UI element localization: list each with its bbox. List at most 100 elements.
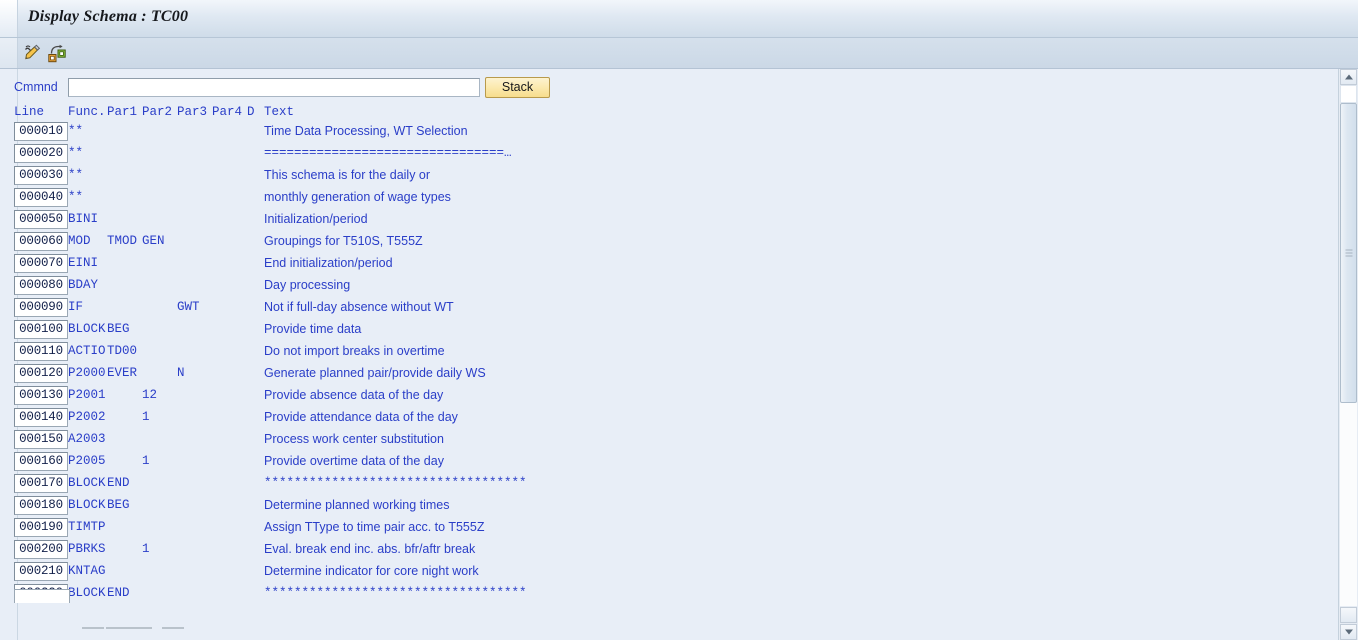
row-line-number[interactable]: 000050 — [14, 210, 68, 229]
other-schema-jump-icon[interactable] — [47, 44, 67, 64]
row-cell-func[interactable]: IF — [68, 299, 83, 316]
table-row[interactable]: 000210 KNTAG Determine indicator for core … — [14, 562, 1324, 584]
row-cell-func[interactable]: P2000 — [68, 365, 106, 382]
row-cell-func[interactable]: BDAY — [68, 277, 98, 294]
command-input[interactable] — [68, 78, 480, 97]
row-line-number[interactable]: 000010 — [14, 122, 68, 141]
row-cell-par1[interactable]: BEG — [107, 321, 130, 338]
row-line-number[interactable]: 000160 — [14, 452, 68, 471]
row-line-number[interactable]: 000070 — [14, 254, 68, 273]
row-cell-par3[interactable]: GWT — [177, 299, 200, 316]
table-row[interactable]: 000050 BINI Initialization/period — [14, 210, 1324, 232]
table-row[interactable]: 000090 IF GWT Not if full-day absence witho… — [14, 298, 1324, 320]
row-cell-text[interactable]: Provide time data — [264, 321, 361, 338]
scroll-up-button[interactable] — [1340, 69, 1357, 85]
row-cell-par1[interactable]: END — [107, 585, 130, 602]
scroll-down-button[interactable] — [1340, 624, 1357, 640]
row-cell-func[interactable]: KNTAG — [68, 563, 106, 580]
row-cell-par1[interactable]: BEG — [107, 497, 130, 514]
vertical-scrollbar[interactable] — [1338, 69, 1358, 640]
row-cell-func[interactable]: ** — [68, 167, 83, 184]
row-cell-func[interactable]: ** — [68, 145, 83, 162]
row-cell-par2[interactable]: 1 — [142, 453, 150, 470]
row-cell-text[interactable]: ================================… — [264, 145, 512, 162]
row-cell-func[interactable]: P2002 — [68, 409, 106, 426]
vertical-scroll-thumb[interactable] — [1340, 103, 1357, 403]
table-row[interactable]: 000010 ** Time Data Processing, WT Selecti… — [14, 122, 1324, 144]
row-line-number[interactable]: 000180 — [14, 496, 68, 515]
row-line-number[interactable]: 000170 — [14, 474, 68, 493]
table-row[interactable]: 000060 MOD TMOD GEN Groupings for T510S, T55… — [14, 232, 1324, 254]
row-line-number[interactable]: 000120 — [14, 364, 68, 383]
table-row[interactable]: 000190 TIMTP Assign TType to time pair acc… — [14, 518, 1324, 540]
table-row[interactable]: 000200 PBRKS 1 Eval. break end inc. abs. bf… — [14, 540, 1324, 562]
row-cell-func[interactable]: PBRKS — [68, 541, 106, 558]
row-cell-text[interactable]: End initialization/period — [264, 255, 393, 272]
row-cell-par1[interactable]: TD00 — [107, 343, 137, 360]
row-cell-text[interactable]: Assign TType to time pair acc. to T555Z — [264, 519, 484, 536]
row-cell-func[interactable]: BLOCK — [68, 475, 106, 492]
row-cell-text[interactable]: Provide attendance data of the day — [264, 409, 458, 426]
row-line-number[interactable]: 000110 — [14, 342, 68, 361]
row-cell-par2[interactable]: 12 — [142, 387, 157, 404]
row-cell-text[interactable]: Groupings for T510S, T555Z — [264, 233, 423, 250]
row-cell-func[interactable]: BLOCK — [68, 321, 106, 338]
table-row[interactable]: 000040 ** monthly generation of wage types — [14, 188, 1324, 210]
horizontal-scrollbar[interactable] — [18, 620, 1318, 640]
row-line-number[interactable]: 000080 — [14, 276, 68, 295]
row-cell-func[interactable]: BINI — [68, 211, 98, 228]
row-cell-func[interactable]: ACTIO — [68, 343, 106, 360]
row-cell-text[interactable]: Time Data Processing, WT Selection — [264, 123, 468, 140]
row-cell-par2[interactable]: 1 — [142, 409, 150, 426]
row-cell-par1[interactable]: TMOD — [107, 233, 137, 250]
row-cell-text[interactable]: This schema is for the daily or — [264, 167, 430, 184]
row-cell-par2[interactable]: 1 — [142, 541, 150, 558]
row-cell-func[interactable]: ** — [68, 189, 83, 206]
table-row[interactable]: 000070 EINI End initialization/period — [14, 254, 1324, 276]
row-cell-text[interactable]: Determine planned working times — [264, 497, 450, 514]
row-line-number[interactable]: 000200 — [14, 540, 68, 559]
row-cell-text[interactable]: Provide overtime data of the day — [264, 453, 444, 470]
display-change-pencil-icon[interactable] — [23, 44, 43, 64]
row-cell-text[interactable]: Initialization/period — [264, 211, 368, 228]
row-cell-par3[interactable]: N — [177, 365, 185, 382]
row-cell-text[interactable]: monthly generation of wage types — [264, 189, 451, 206]
row-cell-par1[interactable]: EVER — [107, 365, 137, 382]
row-cell-par1[interactable]: END — [107, 475, 130, 492]
table-row[interactable]: 000080 BDAY Day processing — [14, 276, 1324, 298]
stack-button[interactable]: Stack — [485, 77, 550, 98]
table-row[interactable]: 000020 ** ================================… — [14, 144, 1324, 166]
row-cell-func[interactable]: EINI — [68, 255, 98, 272]
table-row[interactable]: 000140 P2002 1 Provide attendance data of t… — [14, 408, 1324, 430]
table-row[interactable]: 000130 P2001 12 Provide absence data of the… — [14, 386, 1324, 408]
row-line-number[interactable]: 000060 — [14, 232, 68, 251]
vertical-scroll-track-top[interactable] — [1340, 85, 1357, 103]
table-row[interactable]: 000220BLOCKEND**************************… — [14, 584, 1324, 606]
row-cell-func[interactable]: MOD — [68, 233, 91, 250]
table-row[interactable]: 000170 BLOCK END **************************… — [14, 474, 1324, 496]
row-cell-text[interactable]: Generate planned pair/provide daily WS — [264, 365, 486, 382]
table-row[interactable]: 000160 P2005 1 Provide overtime data of the… — [14, 452, 1324, 474]
row-line-number[interactable]: 000140 — [14, 408, 68, 427]
row-line-number[interactable]: 000150 — [14, 430, 68, 449]
row-cell-func[interactable]: P2001 — [68, 387, 106, 404]
row-cell-text[interactable]: *********************************** — [264, 585, 527, 602]
table-row[interactable]: 000150 A2003 Process work center substitut… — [14, 430, 1324, 452]
row-cell-func[interactable]: P2005 — [68, 453, 106, 470]
row-cell-text[interactable]: Day processing — [264, 277, 350, 294]
row-cell-func[interactable]: TIMTP — [68, 519, 106, 536]
table-row[interactable]: 000120 P2000 EVER N Generate planned pair/pr… — [14, 364, 1324, 386]
row-cell-func[interactable]: A2003 — [68, 431, 106, 448]
row-line-number[interactable]: 000130 — [14, 386, 68, 405]
row-cell-text[interactable]: Process work center substitution — [264, 431, 444, 448]
row-line-number[interactable]: 000040 — [14, 188, 68, 207]
row-cell-par2[interactable]: GEN — [142, 233, 165, 250]
hscroll-thumb[interactable] — [106, 627, 152, 629]
row-cell-text[interactable]: Not if full-day absence without WT — [264, 299, 454, 316]
row-line-number[interactable]: 000210 — [14, 562, 68, 581]
row-line-number[interactable]: 000020 — [14, 144, 68, 163]
table-row[interactable]: 000100 BLOCK BEG Provide time data — [14, 320, 1324, 342]
row-cell-func[interactable]: BLOCK — [68, 497, 106, 514]
row-cell-text[interactable]: Determine indicator for core night work — [264, 563, 479, 580]
row-cell-func[interactable]: ** — [68, 123, 83, 140]
